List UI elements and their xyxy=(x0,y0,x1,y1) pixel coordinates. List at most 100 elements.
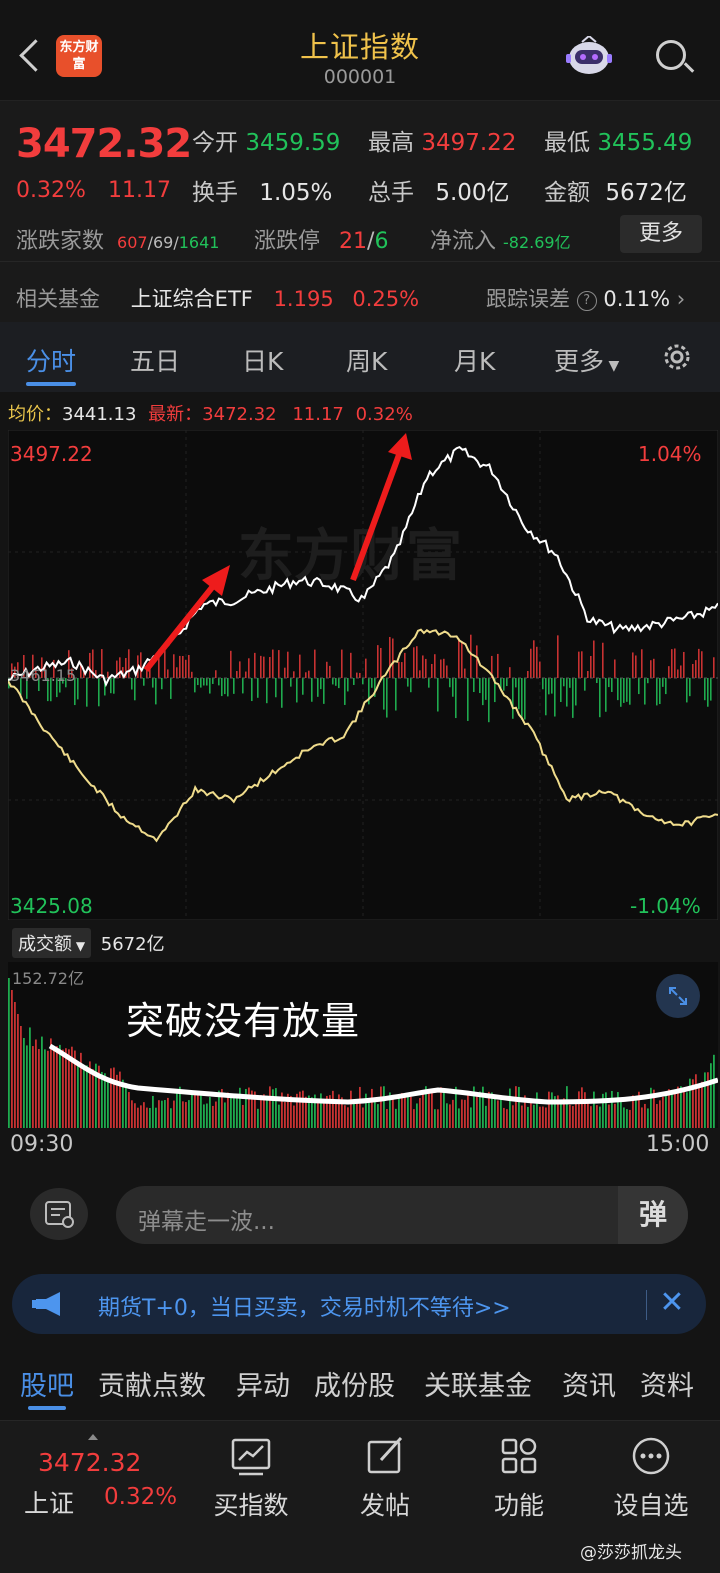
flow-bar xyxy=(443,658,445,678)
tab-intraday[interactable]: 分时 xyxy=(26,342,76,378)
flow-bar xyxy=(485,678,487,700)
gear-icon[interactable] xyxy=(660,340,694,374)
flow-bar xyxy=(686,678,688,703)
flow-bar xyxy=(482,678,484,706)
flow-bar xyxy=(299,654,301,678)
volume-bar xyxy=(200,1095,202,1128)
search-icon[interactable] xyxy=(652,36,695,78)
volume-bar xyxy=(575,1103,577,1128)
volume-bar xyxy=(662,1096,664,1128)
flow-bar xyxy=(86,678,88,707)
flow-bar xyxy=(704,678,706,701)
bottom-price[interactable]: 3472.32 xyxy=(38,1448,141,1477)
chevron-right-icon[interactable]: › xyxy=(677,287,685,311)
subtab-news[interactable]: 资讯 xyxy=(562,1364,616,1403)
tab-five-day[interactable]: 五日 xyxy=(130,342,180,378)
ad-text[interactable]: 期货T+0，当日买卖，交易时机不等待>> xyxy=(98,1290,511,1322)
flow-bar xyxy=(617,678,619,701)
flow-bar xyxy=(575,678,577,706)
volume-bar xyxy=(77,1065,79,1128)
flow-bar xyxy=(620,678,622,707)
danmu-send-button[interactable]: 弹 xyxy=(618,1186,688,1244)
volume-bar xyxy=(59,1044,61,1128)
subtab-constituents[interactable]: 成份股 xyxy=(314,1364,395,1403)
flow-bar xyxy=(401,662,403,678)
flow-bar xyxy=(548,678,550,695)
flow-bar xyxy=(89,652,91,678)
flow-bar xyxy=(365,658,367,678)
danmu-settings-icon[interactable] xyxy=(30,1188,88,1240)
add-watchlist-button[interactable]: 设自选 xyxy=(596,1434,706,1522)
bottom-pct[interactable]: 0.32% xyxy=(104,1484,177,1510)
flow-bar xyxy=(626,678,628,702)
high-label: 最高 xyxy=(368,130,414,156)
volume-bar xyxy=(194,1092,196,1128)
danmu-placeholder: 弹幕走一波... xyxy=(138,1209,275,1235)
flow-bar xyxy=(239,661,241,678)
flow-bar xyxy=(662,678,664,687)
flow-bar xyxy=(161,678,163,690)
flow-bar xyxy=(326,661,328,678)
volume-total: 5672亿 xyxy=(100,934,165,955)
volume-bar xyxy=(266,1095,268,1128)
volume-bar xyxy=(137,1107,139,1128)
expand-icon[interactable] xyxy=(656,974,700,1018)
robot-assistant-icon[interactable] xyxy=(562,34,616,80)
top-pct-label: 1.04% xyxy=(638,442,702,466)
flow-bar xyxy=(713,657,715,678)
flow-bar xyxy=(512,678,514,719)
volume-stat: 总手 5.00亿 xyxy=(368,173,510,207)
subtab-contribution[interactable]: 贡献点数 xyxy=(98,1364,206,1403)
intraday-chart[interactable]: 东方财富 xyxy=(8,430,718,920)
flow-bar xyxy=(593,640,595,678)
flow-bar xyxy=(227,678,229,697)
volume-bar xyxy=(497,1100,499,1128)
functions-button[interactable]: 功能 xyxy=(464,1434,574,1522)
flow-bar xyxy=(323,678,325,704)
flow-bar xyxy=(629,678,631,705)
tab-daily-k[interactable]: 日K xyxy=(242,342,283,378)
related-fund-row[interactable]: 相关基金 上证综合ETF 1.195 0.25% xyxy=(16,283,419,313)
volume-bar xyxy=(32,1046,34,1128)
buy-index-button[interactable]: 买指数 xyxy=(196,1434,306,1522)
flow-bar xyxy=(566,678,568,707)
volume-bar xyxy=(371,1088,373,1128)
tab-monthly-k[interactable]: 月K xyxy=(454,342,495,378)
volume-bar xyxy=(548,1091,550,1128)
volume-bar xyxy=(434,1109,436,1128)
subtab-profile[interactable]: 资料 xyxy=(640,1364,694,1403)
subtab-guba[interactable]: 股吧 xyxy=(20,1364,74,1403)
help-icon[interactable]: ? xyxy=(576,291,597,311)
volume-chart[interactable]: 152.72亿 xyxy=(8,962,718,1128)
subtab-movement[interactable]: 异动 xyxy=(236,1364,290,1403)
close-icon[interactable]: ✕ xyxy=(656,1285,688,1321)
more-button[interactable]: 更多 xyxy=(620,215,702,253)
post-button[interactable]: 发帖 xyxy=(330,1434,440,1522)
open-stat: 今开 3459.59 xyxy=(192,123,340,157)
flow-bar xyxy=(266,678,268,704)
flow-bar xyxy=(707,678,709,707)
tab-more[interactable]: 更多 ▼ xyxy=(554,342,619,378)
volume-bar xyxy=(713,1054,715,1128)
flow-bar xyxy=(371,678,373,688)
volume-bar xyxy=(350,1090,352,1128)
volume-bar xyxy=(701,1081,703,1128)
tab-weekly-k[interactable]: 周K xyxy=(346,342,387,378)
high-stat: 最高 3497.22 xyxy=(368,123,516,157)
volume-bar xyxy=(26,1045,28,1128)
flow-bar xyxy=(539,661,541,678)
flow-bar xyxy=(623,678,625,703)
flow-bar xyxy=(236,671,238,678)
volume-selector[interactable]: 成交额 ▼ xyxy=(12,928,92,958)
volume-bar xyxy=(422,1093,424,1128)
amount-value: 5672亿 xyxy=(605,180,687,206)
flow-bar xyxy=(293,671,295,678)
bottom-index-name[interactable]: 上证 xyxy=(24,1484,74,1520)
flow-bar xyxy=(692,663,694,678)
volume-bar xyxy=(227,1092,229,1128)
flow-bar xyxy=(164,650,166,678)
flow-bar xyxy=(659,678,661,705)
subtab-related-funds[interactable]: 关联基金 xyxy=(424,1364,532,1403)
flow-bar xyxy=(131,678,133,690)
flow-bar xyxy=(683,651,685,678)
